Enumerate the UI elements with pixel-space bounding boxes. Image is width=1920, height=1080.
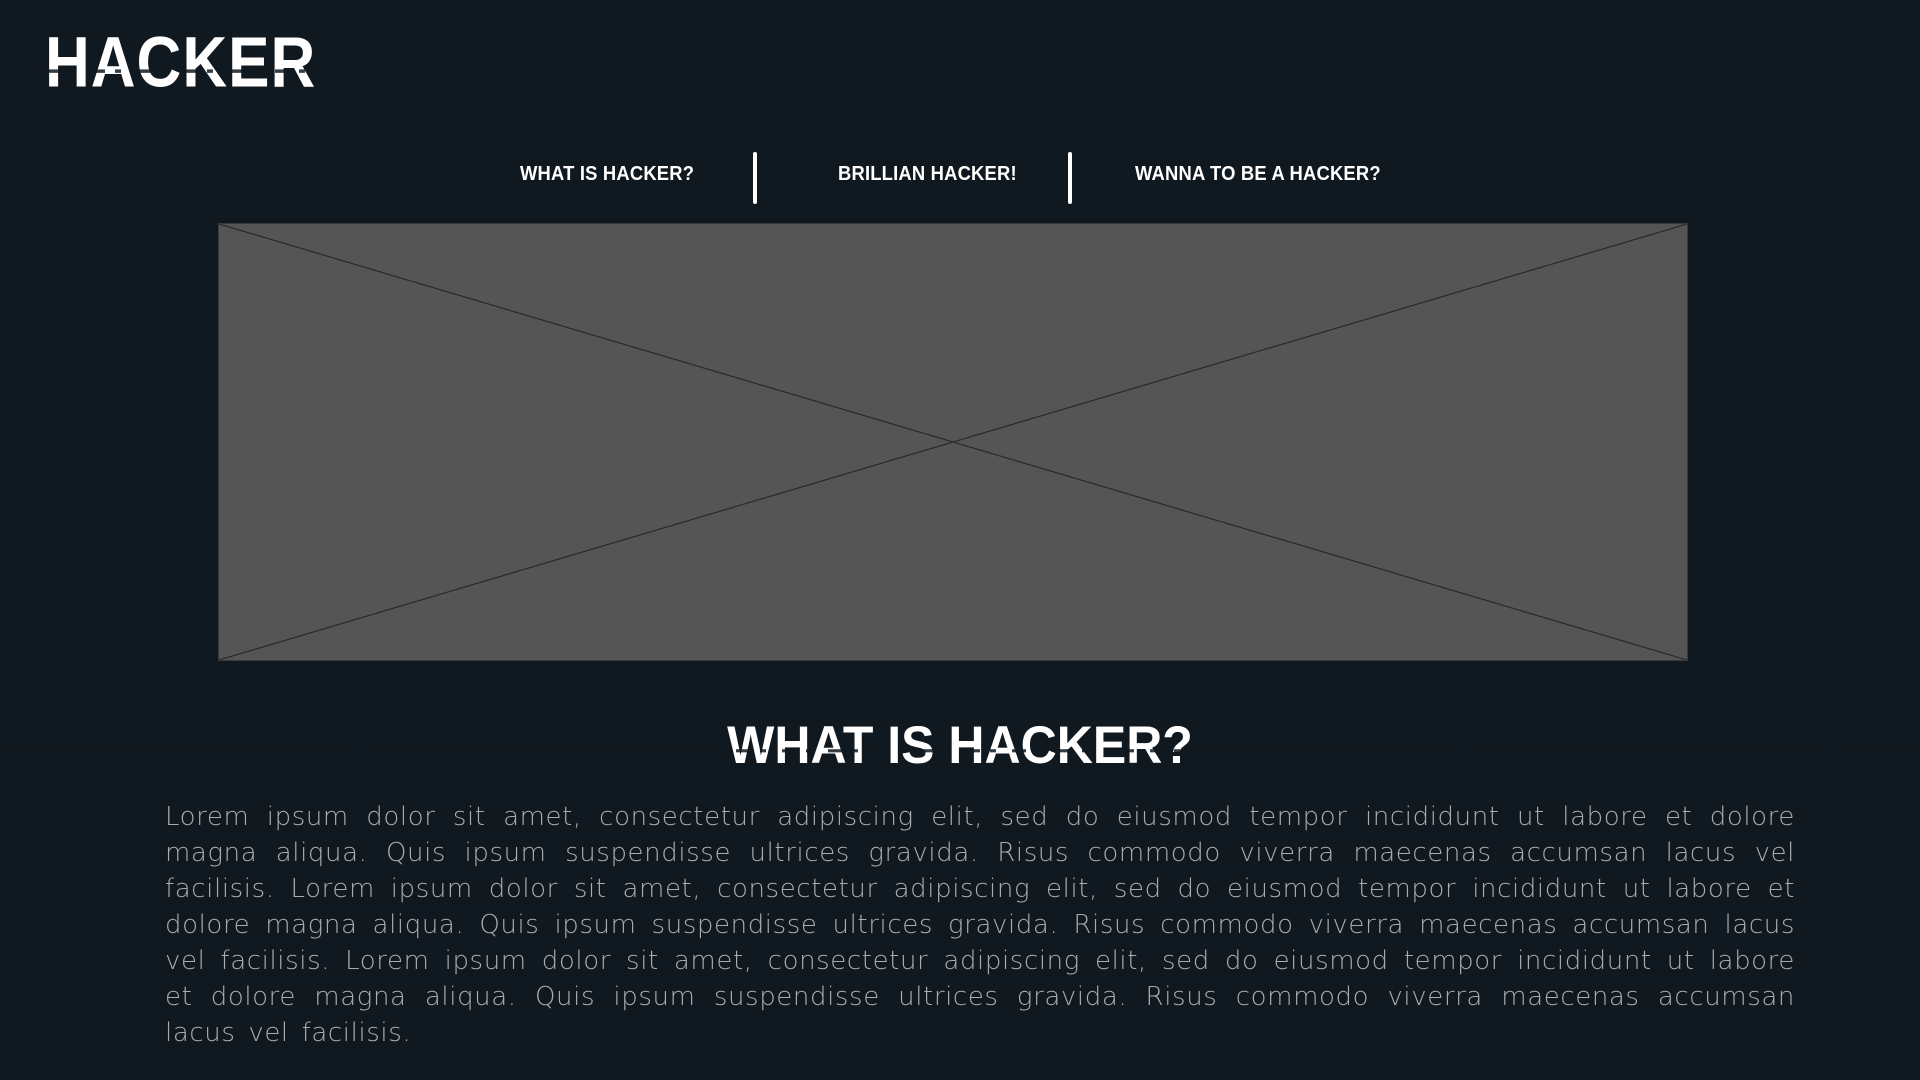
nav-item-what-is-hacker[interactable]: WHAT IS HACKER?	[520, 162, 694, 186]
image-placeholder-icon	[219, 224, 1687, 660]
nav-separator	[1068, 152, 1072, 204]
section-title-text: WHAT IS HACKER?	[727, 715, 1193, 774]
section-body-text: Lorem ipsum dolor sit amet, consectetur …	[165, 802, 1795, 1048]
hero-image-placeholder	[218, 223, 1688, 661]
site-logo[interactable]: HACKER	[45, 27, 317, 99]
main-nav: WHAT IS HACKER? BRILLIAN HACKER! WANNA T…	[0, 148, 1920, 208]
nav-item-wanna-be-hacker[interactable]: WANNA TO BE A HACKER?	[1135, 162, 1381, 186]
nav-item-brillian-hacker[interactable]: BRILLIAN HACKER!	[838, 162, 1017, 186]
nav-separator	[753, 152, 757, 204]
section-title: WHAT IS HACKER?	[0, 718, 1920, 771]
